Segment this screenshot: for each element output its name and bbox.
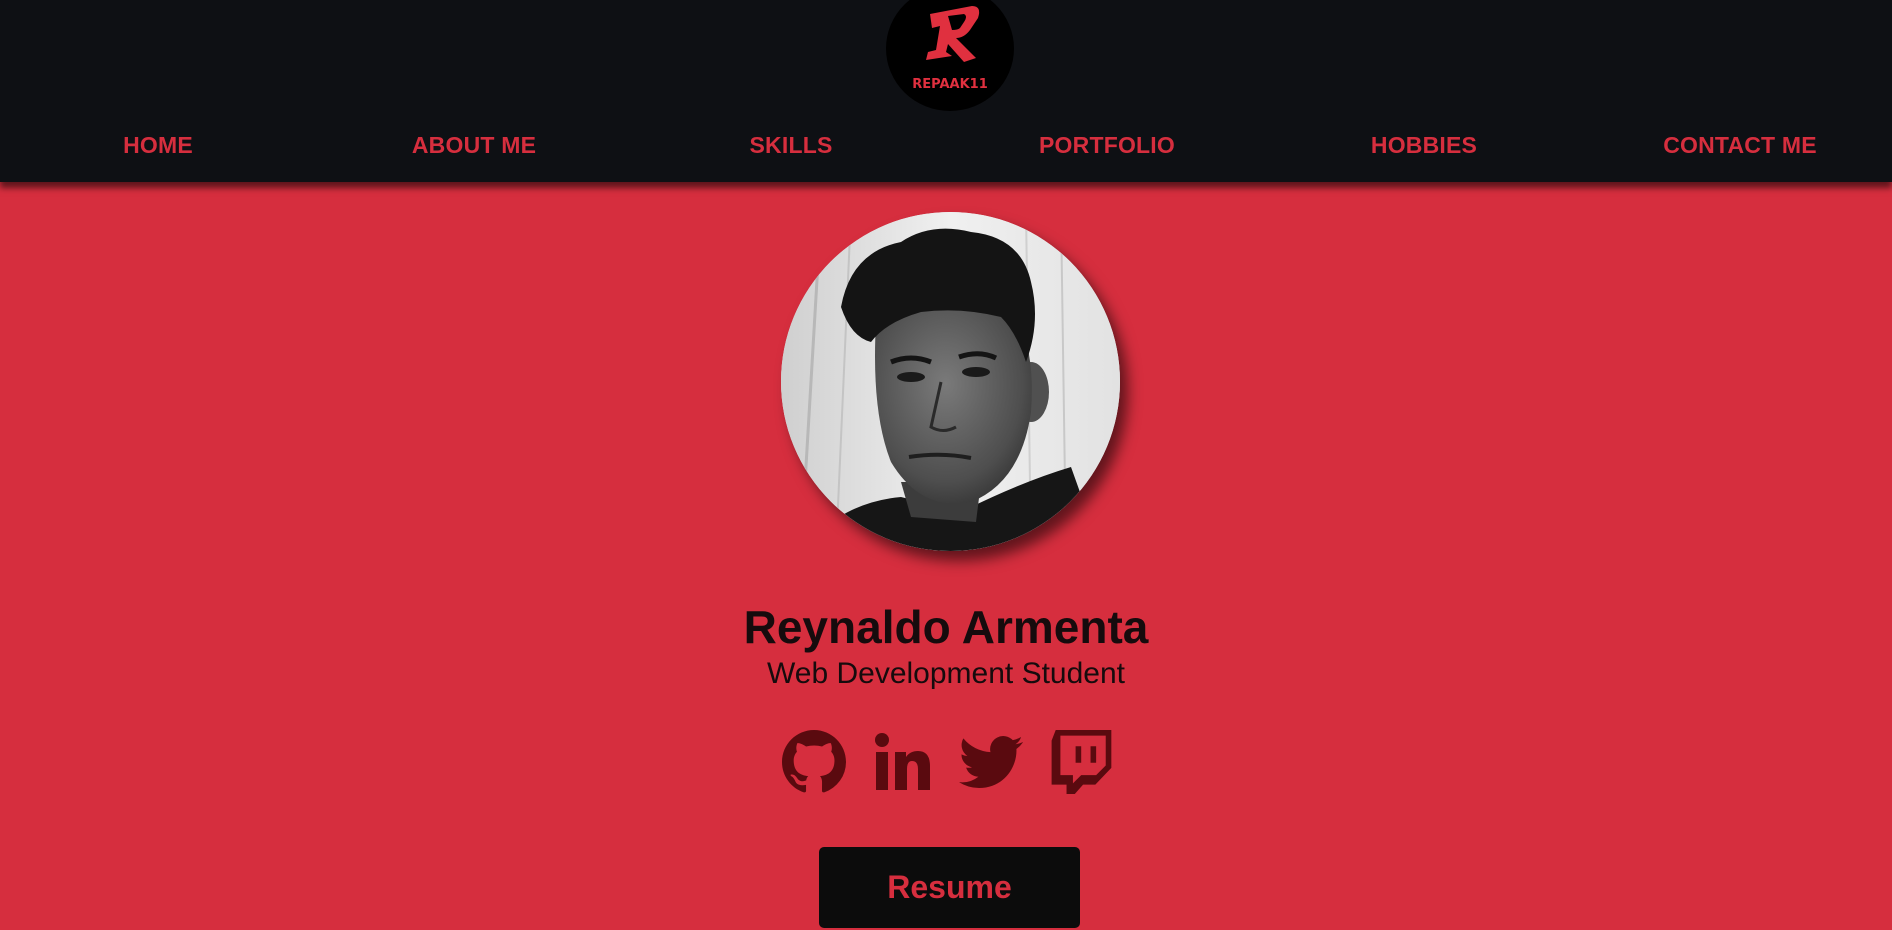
nav-home[interactable]: HOME xyxy=(123,132,193,159)
nav-portfolio[interactable]: PORTFOLIO xyxy=(1039,132,1175,159)
nav-contact-me[interactable]: CONTACT ME xyxy=(1663,132,1817,159)
navbar: REPAAK11 HOME ABOUT ME SKILLS PORTFOLIO … xyxy=(0,0,1892,182)
profile-name: Reynaldo Armenta xyxy=(743,601,1149,653)
nav-skills[interactable]: SKILLS xyxy=(750,132,833,159)
github-icon[interactable] xyxy=(782,730,846,794)
twitter-icon[interactable] xyxy=(959,730,1023,794)
resume-button[interactable]: Resume xyxy=(819,847,1080,928)
brand-logo[interactable]: REPAAK11 xyxy=(886,0,1014,111)
linkedin-icon[interactable] xyxy=(871,730,935,794)
profile-photo xyxy=(781,212,1120,551)
logo-mark: REPAAK11 xyxy=(912,6,988,92)
logo-text: REPAAK11 xyxy=(912,77,988,92)
profile-title: Web Development Student xyxy=(767,657,1125,690)
nav-hobbies[interactable]: HOBBIES xyxy=(1371,132,1477,159)
twitch-icon[interactable] xyxy=(1050,730,1114,794)
nav-about-me[interactable]: ABOUT ME xyxy=(412,132,536,159)
